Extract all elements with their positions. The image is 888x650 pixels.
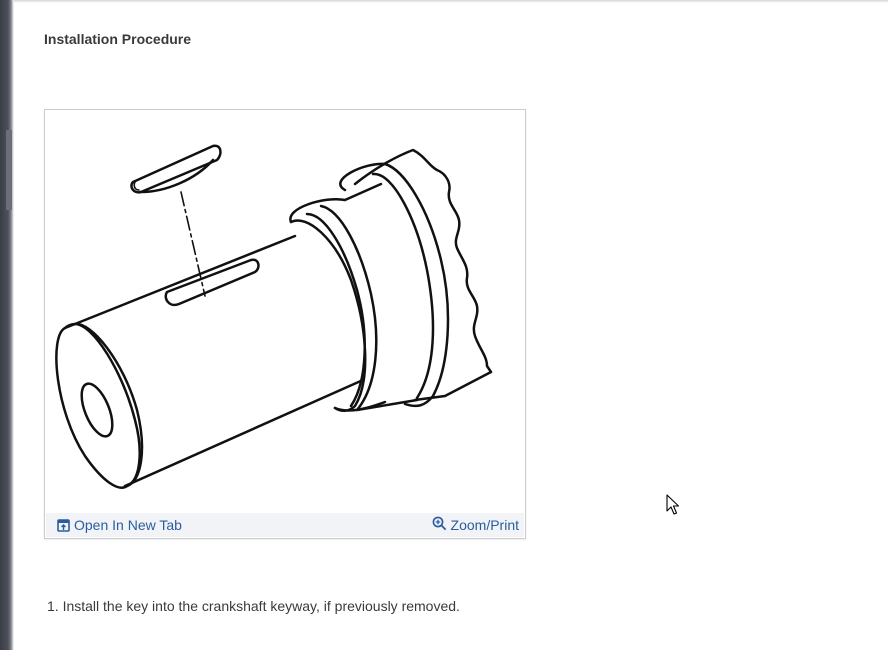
open-in-new-tab-label: Open In New Tab bbox=[74, 517, 182, 533]
window-edge-marker bbox=[6, 130, 12, 210]
open-in-new-tab-icon bbox=[57, 518, 70, 532]
illustration-figure: Open In New Tab Zoom/Print bbox=[44, 109, 526, 539]
open-in-new-tab-link[interactable]: Open In New Tab bbox=[57, 517, 182, 533]
zoom-print-link[interactable]: Zoom/Print bbox=[432, 516, 519, 533]
zoom-print-label: Zoom/Print bbox=[450, 517, 519, 533]
section-title: Installation Procedure bbox=[44, 31, 192, 47]
document-page: Installation Procedure Open In New Tab Z… bbox=[14, 0, 888, 650]
crankshaft-key-illustration bbox=[55, 144, 493, 489]
window-left-edge bbox=[0, 0, 14, 650]
mouse-pointer-icon bbox=[666, 494, 680, 515]
zoom-in-icon bbox=[432, 516, 446, 530]
figure-toolbar: Open In New Tab Zoom/Print bbox=[46, 513, 524, 537]
procedure-step: 1. Install the key into the crankshaft k… bbox=[47, 598, 460, 614]
